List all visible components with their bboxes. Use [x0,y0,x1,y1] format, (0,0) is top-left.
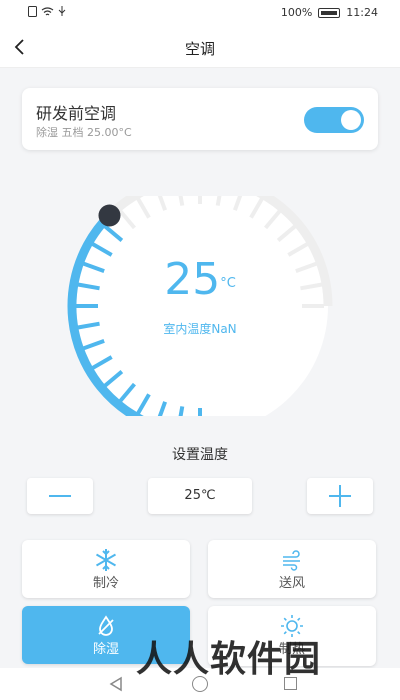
set-temperature-title: 设置温度 [172,447,228,463]
battery-icon [318,7,341,18]
indoor-temperature-label: 室内温度NaN [163,322,237,336]
temperature-value: 25 [164,254,221,305]
nav-back-icon[interactable] [108,676,124,692]
decrease-temperature-button[interactable] [27,478,93,514]
minus-icon [49,495,71,497]
toggle-knob [341,110,361,130]
wind-icon [283,550,300,571]
set-temperature-value: 25℃ [148,478,252,514]
plus-icon-vertical [339,485,341,507]
battery-percent: 100% [280,6,313,19]
usb-icon [58,6,66,16]
current-temperature: 25°C [0,254,400,305]
device-status: 除湿 五档 25.00°C [36,126,132,139]
device-card: 研发前空调 除湿 五档 25.00°C [22,88,378,150]
dial-knob[interactable] [98,204,121,227]
mode-fan-button[interactable]: 送风 [208,540,376,598]
mode-fan-label: 送风 [278,576,305,591]
status-icons-left [28,6,66,17]
sim-icon [28,6,37,17]
power-toggle[interactable] [304,107,364,133]
increase-temperature-button[interactable] [307,478,373,514]
status-time: 11:24 [346,6,378,19]
temperature-unit: °C [220,276,236,291]
temperature-dial[interactable] [55,196,345,416]
page-title: 空调 [184,40,215,58]
app-header: 空调 [0,26,400,68]
snowflake-icon [95,549,117,571]
wifi-icon [41,6,54,15]
device-name: 研发前空调 [36,104,117,123]
mode-cool-label: 制冷 [92,576,119,591]
watermark-text: 人人软件园 [136,639,322,680]
status-bar: 100% 11:24 [0,0,400,26]
droplet-icon [98,615,114,636]
mode-cool-button[interactable]: 制冷 [22,540,190,598]
status-icons-right: 100% 11:24 [281,6,378,19]
